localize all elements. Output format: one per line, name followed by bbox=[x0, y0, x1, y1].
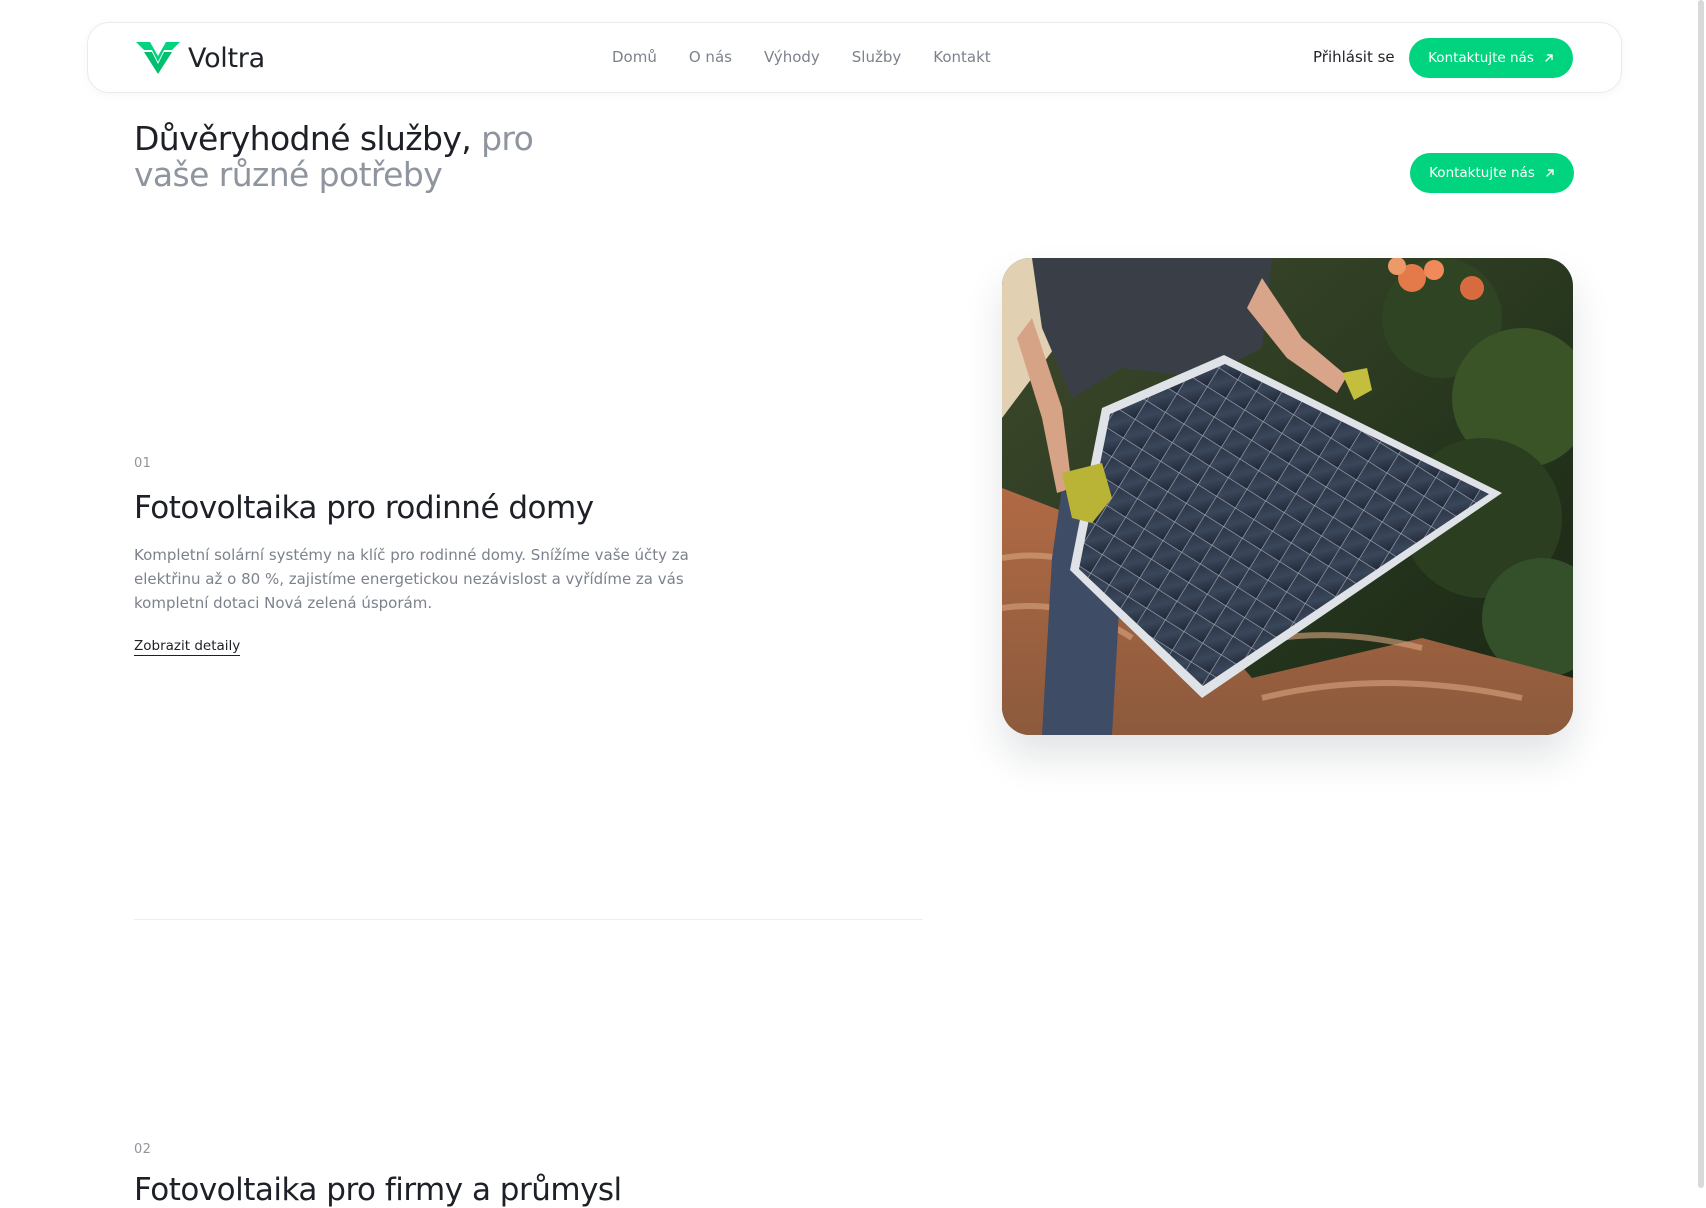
services-heading-dark: Důvěryhodné služby, bbox=[134, 119, 472, 158]
service-details-link[interactable]: Zobrazit detaily bbox=[134, 638, 241, 656]
nav-item-home[interactable]: Domů bbox=[612, 48, 657, 66]
nav-contact-button-label: Kontaktujte nás bbox=[1428, 50, 1534, 66]
brand-name: Voltra bbox=[188, 42, 265, 74]
service-number: 01 bbox=[134, 456, 152, 471]
main-nav: Domů O nás Výhody Služby Kontakt bbox=[612, 48, 991, 66]
service-description: Kompletní solární systémy na klíč pro ro… bbox=[134, 546, 689, 612]
solar-panel-worker-photo bbox=[1002, 258, 1573, 735]
arrow-up-right-icon bbox=[1545, 168, 1555, 178]
service-title: Fotovoltaika pro rodinné domy bbox=[134, 490, 594, 526]
nav-item-benefits[interactable]: Výhody bbox=[764, 48, 820, 66]
services-contact-button[interactable]: Kontaktujte nás bbox=[1410, 153, 1574, 193]
service-title: Fotovoltaika pro firmy a průmysl bbox=[134, 1172, 622, 1208]
services-contact-button-label: Kontaktujte nás bbox=[1429, 165, 1535, 181]
nav-item-services[interactable]: Služby bbox=[852, 48, 901, 66]
brand-logo[interactable]: Voltra bbox=[134, 40, 265, 76]
page-scrollbar[interactable] bbox=[1696, 0, 1706, 1188]
top-navbar: Voltra Domů O nás Výhody Služby Kontakt … bbox=[87, 22, 1622, 93]
nav-item-contact[interactable]: Kontakt bbox=[933, 48, 990, 66]
services-heading: Důvěryhodné služby, pro vaše různé potře… bbox=[134, 121, 604, 193]
arrow-up-right-icon bbox=[1544, 53, 1554, 63]
login-link[interactable]: Přihlásit se bbox=[1313, 48, 1395, 66]
service-divider bbox=[134, 919, 923, 920]
voltra-v-icon bbox=[134, 40, 182, 76]
nav-item-about[interactable]: O nás bbox=[689, 48, 732, 66]
service-number: 02 bbox=[134, 1142, 152, 1157]
scrollbar-thumb[interactable] bbox=[1698, 0, 1704, 1188]
nav-contact-button[interactable]: Kontaktujte nás bbox=[1409, 38, 1573, 78]
